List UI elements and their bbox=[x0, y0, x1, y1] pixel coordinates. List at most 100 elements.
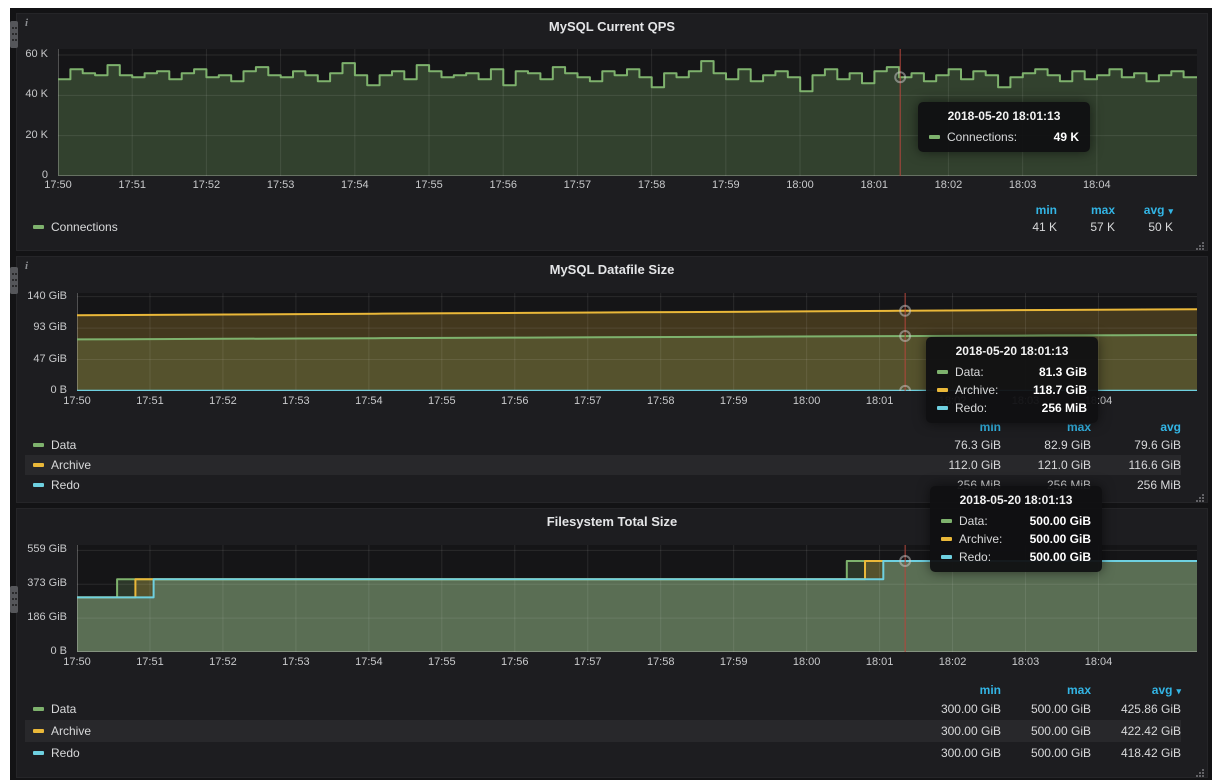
legend-stat-min: 300.00 GiB bbox=[911, 724, 1001, 738]
tooltip-timestamp: 2018-05-20 18:01:13 bbox=[929, 109, 1079, 126]
legend-stat-max: 500.00 GiB bbox=[1001, 702, 1091, 716]
y-tick-label: 20 K bbox=[17, 129, 52, 141]
legend: minmaxavg▾Connections41 K57 K50 K bbox=[25, 202, 1173, 236]
x-tick-label: 17:53 bbox=[268, 656, 324, 668]
series-color-swatch bbox=[937, 406, 948, 410]
y-tick-label: 93 GiB bbox=[17, 321, 71, 333]
legend-stat-max: 57 K bbox=[1057, 220, 1115, 234]
legend-series-label[interactable]: Connections bbox=[25, 220, 118, 234]
legend-stat-max: 121.0 GiB bbox=[1001, 458, 1091, 472]
legend-col-max[interactable]: max bbox=[1001, 683, 1091, 697]
x-tick-label: 17:55 bbox=[401, 179, 457, 191]
legend-stat-avg: 256 MiB bbox=[1091, 478, 1181, 492]
x-tick-label: 17:54 bbox=[341, 395, 397, 407]
tooltip-series-row: Connections:49 K bbox=[929, 130, 1079, 144]
panel-resize-handle[interactable] bbox=[1195, 765, 1205, 775]
legend-series-label[interactable]: Data bbox=[25, 702, 76, 716]
series-color-swatch bbox=[941, 555, 952, 559]
x-tick-label: 18:02 bbox=[920, 179, 976, 191]
legend-row: Archive112.0 GiB121.0 GiB116.6 GiB bbox=[25, 455, 1181, 475]
x-tick-label: 17:59 bbox=[698, 179, 754, 191]
tooltip-timestamp: 2018-05-20 18:01:13 bbox=[941, 493, 1091, 510]
legend-series-label[interactable]: Data bbox=[25, 438, 76, 452]
graph-tooltip: 2018-05-20 18:01:13 Data:500.00 GiBArchi… bbox=[930, 486, 1102, 572]
tooltip-series-row: Data:500.00 GiB bbox=[941, 514, 1091, 528]
legend-col-avg[interactable]: avg▾ bbox=[1091, 683, 1181, 697]
legend: minmaxavg▾Data300.00 GiB500.00 GiB425.86… bbox=[25, 681, 1181, 764]
x-tick-label: 17:51 bbox=[104, 179, 160, 191]
legend-stat-avg: 418.42 GiB bbox=[1091, 746, 1181, 760]
y-tick-label: 373 GiB bbox=[17, 577, 71, 589]
x-tick-label: 17:58 bbox=[624, 179, 680, 191]
legend-col-avg[interactable]: avg bbox=[1091, 420, 1181, 434]
panel-drag-handle[interactable] bbox=[10, 586, 18, 613]
legend-row: Data76.3 GiB82.9 GiB79.6 GiB bbox=[25, 435, 1181, 455]
y-tick-label: 60 K bbox=[17, 48, 52, 60]
series-color-swatch bbox=[33, 443, 44, 447]
x-tick-label: 17:50 bbox=[49, 656, 105, 668]
x-tick-label: 17:55 bbox=[414, 395, 470, 407]
x-tick-label: 17:52 bbox=[178, 179, 234, 191]
x-tick-label: 17:51 bbox=[122, 656, 178, 668]
series-color-swatch bbox=[937, 388, 948, 392]
legend-row: Data300.00 GiB500.00 GiB425.86 GiB bbox=[25, 698, 1181, 720]
legend-stat-max: 500.00 GiB bbox=[1001, 724, 1091, 738]
series-color-swatch bbox=[929, 135, 940, 139]
legend-col-min[interactable]: min bbox=[999, 203, 1057, 217]
series-color-swatch bbox=[33, 751, 44, 755]
panel-resize-handle[interactable] bbox=[1195, 490, 1205, 500]
legend-series-label[interactable]: Redo bbox=[25, 478, 80, 492]
legend-col-max[interactable]: max bbox=[1057, 203, 1115, 217]
resize-grip-icon bbox=[1195, 241, 1205, 251]
series-color-swatch bbox=[941, 519, 952, 523]
x-tick-label: 18:00 bbox=[779, 656, 835, 668]
legend-col-avg[interactable]: avg▾ bbox=[1115, 203, 1173, 217]
panel-title[interactable]: MySQL Current QPS bbox=[17, 19, 1207, 34]
x-tick-label: 18:03 bbox=[998, 656, 1054, 668]
x-tick-label: 18:01 bbox=[852, 395, 908, 407]
legend-stat-avg: 116.6 GiB bbox=[1091, 458, 1181, 472]
legend-stat-avg: 425.86 GiB bbox=[1091, 702, 1181, 716]
x-tick-label: 17:56 bbox=[475, 179, 531, 191]
sort-caret-icon: ▾ bbox=[1176, 686, 1181, 696]
panel-resize-handle[interactable] bbox=[1195, 238, 1205, 248]
x-tick-label: 18:00 bbox=[779, 395, 835, 407]
graph-tooltip: 2018-05-20 18:01:13 Data:81.3 GiBArchive… bbox=[926, 337, 1098, 423]
tooltip-rows: Data:81.3 GiBArchive:118.7 GiBRedo:256 M… bbox=[937, 365, 1087, 415]
x-tick-label: 17:52 bbox=[195, 395, 251, 407]
tooltip-rows: Data:500.00 GiBArchive:500.00 GiBRedo:50… bbox=[941, 514, 1091, 564]
x-tick-label: 17:58 bbox=[633, 656, 689, 668]
legend-header-row: minmaxavg▾ bbox=[25, 681, 1181, 698]
y-tick-label: 40 K bbox=[17, 88, 52, 100]
x-tick-label: 17:50 bbox=[30, 179, 86, 191]
x-tick-label: 18:01 bbox=[852, 656, 908, 668]
legend-row: Connections41 K57 K50 K bbox=[25, 218, 1173, 236]
x-tick-label: 18:01 bbox=[846, 179, 902, 191]
legend-stat-min: 76.3 GiB bbox=[911, 438, 1001, 452]
x-tick-label: 17:53 bbox=[253, 179, 309, 191]
panel-title[interactable]: MySQL Datafile Size bbox=[17, 262, 1207, 277]
legend-series-label[interactable]: Archive bbox=[25, 724, 91, 738]
x-tick-label: 17:57 bbox=[549, 179, 605, 191]
x-tick-label: 17:54 bbox=[327, 179, 383, 191]
legend-series-label[interactable]: Archive bbox=[25, 458, 91, 472]
legend-series-label[interactable]: Redo bbox=[25, 746, 80, 760]
resize-grip-icon bbox=[1195, 768, 1205, 778]
y-tick-label: 186 GiB bbox=[17, 611, 71, 623]
sort-caret-icon: ▾ bbox=[1168, 206, 1173, 216]
series-color-swatch bbox=[33, 483, 44, 487]
legend-col-min[interactable]: min bbox=[911, 683, 1001, 697]
series-fill-redo bbox=[77, 561, 1197, 652]
x-tick-label: 17:58 bbox=[633, 395, 689, 407]
x-tick-label: 18:00 bbox=[772, 179, 828, 191]
legend: minmaxavgData76.3 GiB82.9 GiB79.6 GiBArc… bbox=[25, 419, 1181, 495]
series-color-swatch bbox=[941, 537, 952, 541]
graph-tooltip: 2018-05-20 18:01:13 Connections:49 K bbox=[918, 102, 1090, 152]
x-tick-label: 18:03 bbox=[995, 179, 1051, 191]
y-tick-label: 140 GiB bbox=[17, 290, 71, 302]
x-tick-label: 17:50 bbox=[49, 395, 105, 407]
series-color-swatch bbox=[33, 463, 44, 467]
tooltip-rows: Connections:49 K bbox=[929, 130, 1079, 144]
legend-stat-min: 300.00 GiB bbox=[911, 746, 1001, 760]
series-color-swatch bbox=[33, 707, 44, 711]
